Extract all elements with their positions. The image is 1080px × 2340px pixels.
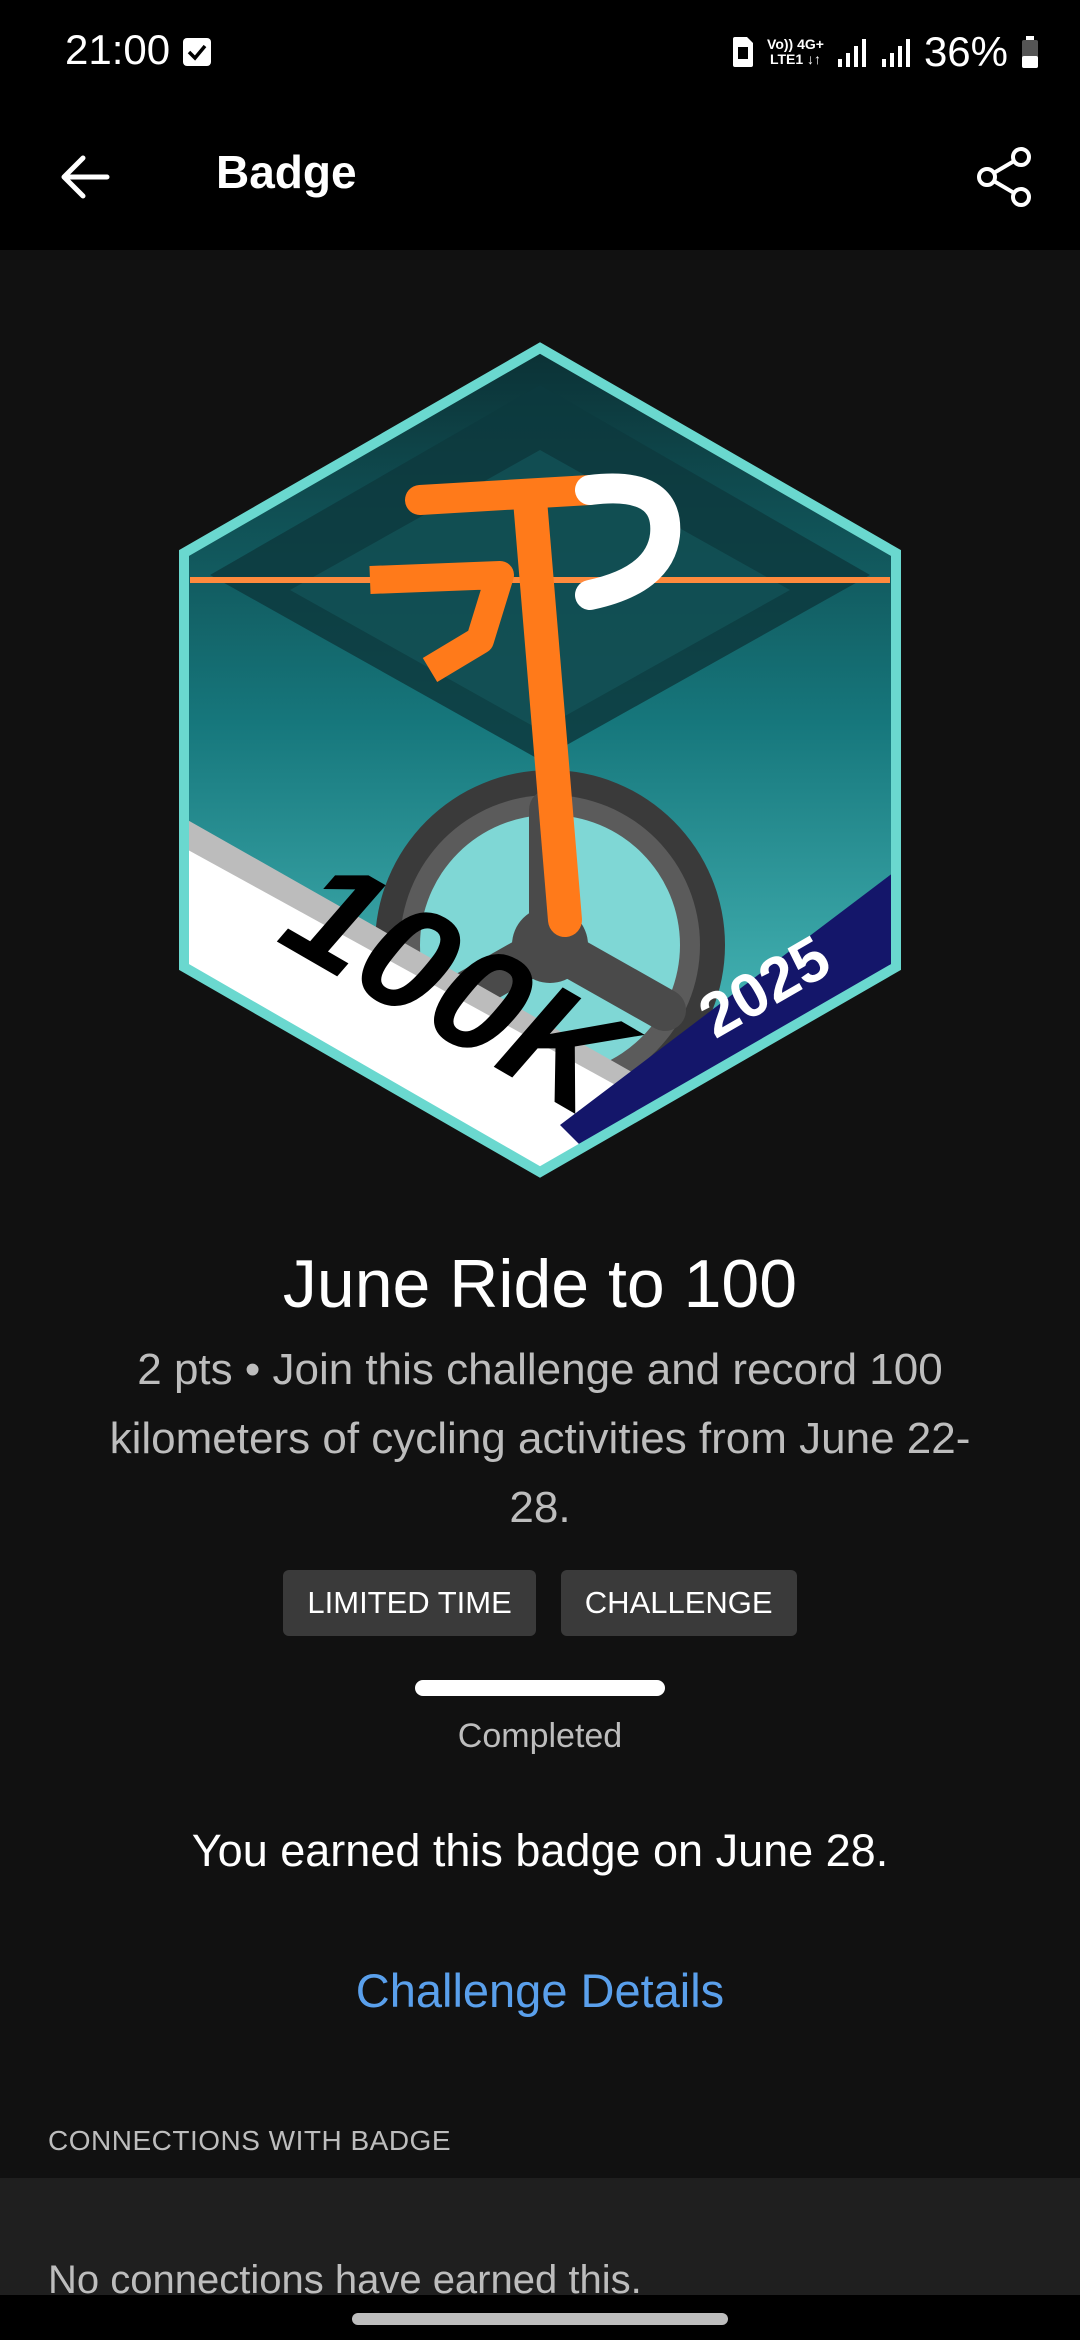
app-bar: Badge xyxy=(0,105,1080,250)
status-indicators: Vo)) 4G+ LTE1 ↓↑ 36% xyxy=(731,22,1040,82)
tag-limited-time: LIMITED TIME xyxy=(283,1570,536,1636)
status-time: 21:00 xyxy=(65,26,171,73)
network-type-label: Vo)) 4G+ LTE1 ↓↑ xyxy=(767,36,824,67)
badge-description: 2 pts • Join this challenge and record 1… xyxy=(109,1345,971,1532)
back-arrow-icon xyxy=(61,155,110,199)
back-button[interactable] xyxy=(45,137,125,217)
signal-strength-icon xyxy=(881,39,910,67)
tag-challenge: CHALLENGE xyxy=(560,1570,797,1636)
checkbox-notification-icon xyxy=(183,38,211,66)
navigation-bar xyxy=(0,2295,1080,2340)
badge-tags: LIMITED TIME CHALLENGE xyxy=(0,1570,1080,1636)
home-gesture-handle[interactable] xyxy=(352,2313,728,2325)
page-title: Badge xyxy=(216,146,357,198)
earned-date-text: You earned this badge on June 28. xyxy=(191,1825,889,1876)
battery-percentage: 36% xyxy=(923,28,1008,75)
battery-icon xyxy=(1022,36,1038,68)
share-icon xyxy=(977,147,1031,207)
share-button[interactable] xyxy=(960,132,1050,222)
progress-status: Completed xyxy=(457,1717,623,1755)
sim-card-icon xyxy=(733,37,754,67)
connections-header: CONNECTIONS WITH BADGE xyxy=(48,2125,452,2156)
badge-title: June Ride to 100 xyxy=(282,1246,798,1322)
progress-bar xyxy=(415,1680,665,1696)
signal-strength-icon xyxy=(837,39,866,67)
badge-image: 100K 2025 xyxy=(179,342,901,1178)
challenge-details-link[interactable]: Challenge Details xyxy=(0,1963,1080,2018)
status-bar: 21:00 Vo)) 4G+ LTE1 ↓↑ 36% xyxy=(0,0,1080,105)
